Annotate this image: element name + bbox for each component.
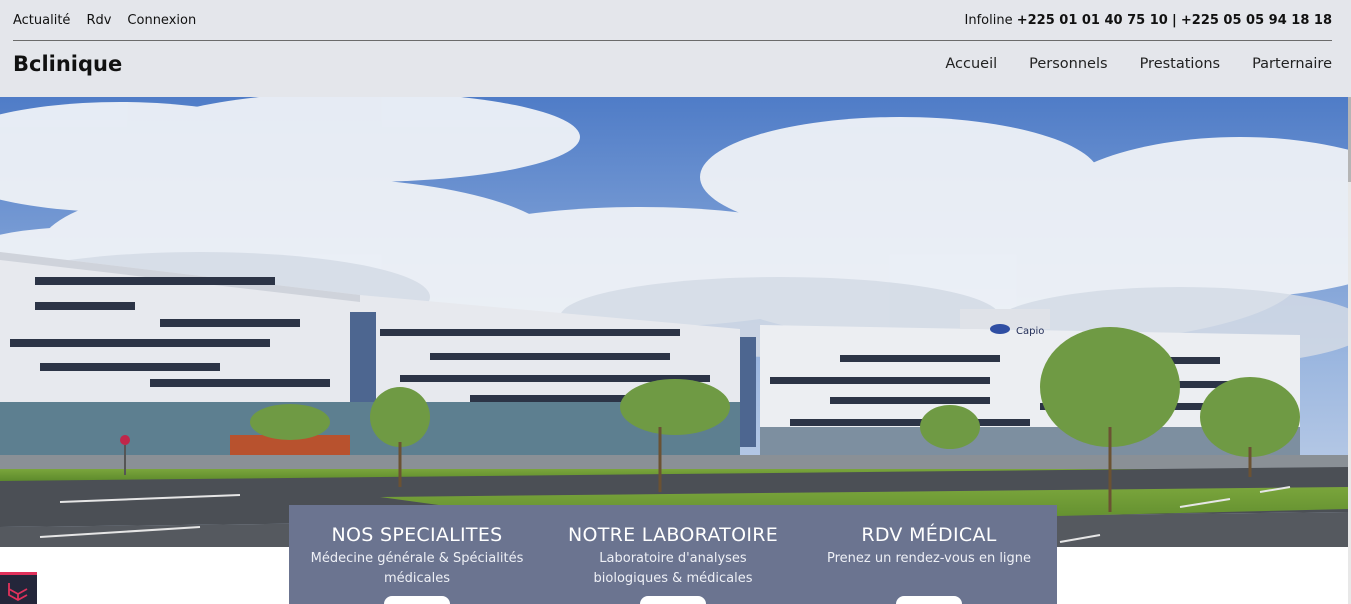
- building-sign: Capio: [1016, 326, 1044, 337]
- util-link-connexion[interactable]: Connexion: [127, 13, 196, 28]
- phone-number-1[interactable]: +225 01 01 40 75 10: [1017, 13, 1168, 28]
- site-header: Actualité Rdv Connexion Infoline +225 01…: [0, 0, 1351, 97]
- feature-title: NOS SPECIALITES: [331, 524, 503, 546]
- nav-parternaire[interactable]: Parternaire: [1252, 56, 1332, 72]
- phone-number-2[interactable]: +225 05 05 94 18 18: [1181, 13, 1332, 28]
- phone-separator: |: [1171, 13, 1177, 28]
- nav-accueil[interactable]: Accueil: [945, 56, 997, 72]
- util-link-rdv[interactable]: Rdv: [86, 13, 111, 28]
- feature-title: NOTRE LABORATOIRE: [567, 524, 779, 546]
- feature-text: Médecine générale & Spécialités médicale…: [310, 551, 524, 586]
- feature-text: Laboratoire d'analyses biologiques & méd…: [593, 551, 753, 586]
- feature-laboratoire: NOTRE LABORATOIRE Laboratoire d'analyses…: [545, 505, 801, 604]
- utility-nav: Actualité Rdv Connexion: [13, 13, 196, 28]
- feature-button[interactable]: [640, 596, 706, 604]
- util-link-actualite[interactable]: Actualité: [13, 13, 70, 28]
- feature-button[interactable]: [896, 596, 962, 604]
- nav-prestations[interactable]: Prestations: [1140, 56, 1221, 72]
- laravel-debug-icon[interactable]: [0, 572, 37, 604]
- main-nav: Accueil Personnels Prestations Parternai…: [945, 56, 1332, 72]
- feature-specialites: NOS SPECIALITES Médecine générale & Spéc…: [289, 505, 545, 604]
- feature-panel: NOS SPECIALITES Médecine générale & Spéc…: [289, 505, 1057, 604]
- hero-image: Capio: [0, 97, 1348, 547]
- nav-personnels[interactable]: Personnels: [1029, 56, 1107, 72]
- feature-title: RDV MÉDICAL: [861, 524, 997, 546]
- header-divider: [13, 40, 1332, 41]
- infoline-label: Infoline: [964, 13, 1013, 28]
- site-logo[interactable]: Bclinique: [13, 52, 122, 76]
- feature-button[interactable]: [384, 596, 450, 604]
- feature-rdv: RDV MÉDICAL Prenez un rendez-vous en lig…: [801, 505, 1057, 604]
- infoline: Infoline +225 01 01 40 75 10 | +225 05 0…: [965, 13, 1333, 28]
- feature-text: Prenez un rendez-vous en ligne: [826, 551, 1032, 566]
